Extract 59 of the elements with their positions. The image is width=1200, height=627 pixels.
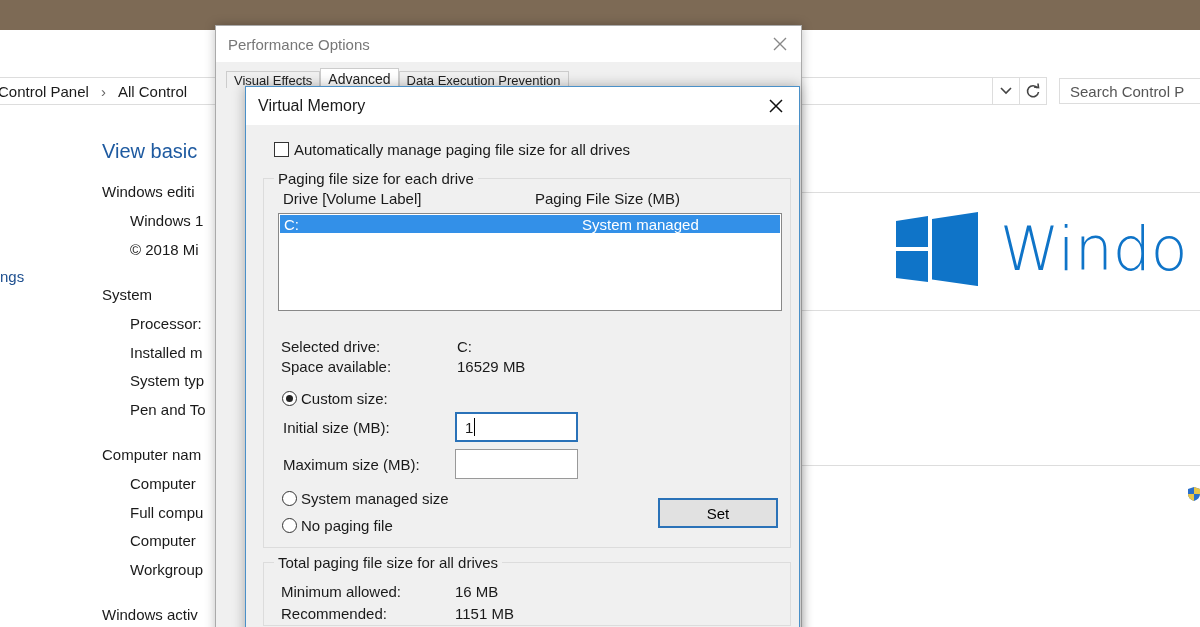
chevron-down-icon (1000, 87, 1012, 95)
set-button[interactable]: Set (658, 498, 778, 528)
info-label: © 2018 Mi (130, 240, 200, 260)
logo-text: Windo (1000, 219, 1188, 279)
info-label: System typ (130, 372, 206, 391)
refresh-icon (1025, 83, 1041, 99)
info-label: Minimum allowed: (281, 582, 403, 602)
radio-label[interactable]: No paging file (301, 517, 393, 534)
shield-icon (1187, 486, 1200, 502)
tab[interactable]: Advanced (320, 68, 399, 88)
radio-label[interactable]: Custom size: (301, 390, 388, 407)
search-field[interactable]: Search Control P (1059, 78, 1200, 104)
refresh-button[interactable] (1019, 77, 1047, 105)
radio-button[interactable] (282, 518, 297, 533)
info-label: Recommended: (281, 604, 388, 624)
section-title: Computer nam (102, 446, 203, 463)
sidebar-link[interactable]: ngs (0, 268, 25, 285)
column-header: Drive [Volume Label] (283, 190, 423, 207)
tab[interactable]: Visual Effects (226, 71, 321, 88)
info-label: Installed m (130, 343, 204, 363)
window-title: Virtual Memory (258, 97, 366, 115)
radio-label[interactable]: System managed size (301, 490, 449, 507)
page-heading: View basic (102, 140, 199, 163)
group-title: Total paging file size for all drives (277, 554, 500, 571)
info-label: Space available: (281, 357, 393, 377)
column-header: Paging File Size (MB) (535, 190, 681, 207)
info-label: Windows 1 (130, 212, 205, 231)
dropdown-button[interactable] (992, 77, 1019, 105)
section-title: Windows editi (102, 183, 196, 200)
section-title: Windows activ (102, 606, 199, 623)
checkbox[interactable] (274, 142, 289, 157)
close-icon[interactable] (769, 99, 783, 113)
info-label: Selected drive: (281, 337, 382, 357)
group-title: Paging file size for each drive (277, 170, 475, 187)
info-value: 1151 MB (455, 604, 515, 624)
window-title: Performance Options (228, 35, 370, 53)
info-value: C: (457, 337, 473, 357)
info-value: 16529 MB (457, 357, 527, 377)
breadcrumb-separator: › (100, 82, 106, 100)
info-value: 16 MB (455, 582, 500, 602)
radio-button[interactable] (282, 391, 297, 406)
info-label: Computer (130, 532, 197, 551)
breadcrumb-item[interactable]: All Control (117, 82, 188, 100)
info-label: Full compu (130, 503, 205, 523)
info-label: Processor: (130, 315, 203, 334)
info-label: Pen and To (130, 400, 206, 420)
drive-letter: C: (283, 215, 300, 233)
field-value: 1 (465, 418, 474, 436)
field-label: Maximum size (MB): (283, 455, 421, 473)
input-field[interactable]: 1 (455, 412, 578, 442)
input-field[interactable] (455, 449, 578, 479)
info-label: Computer (130, 475, 197, 494)
checkbox-label[interactable]: Automatically manage paging file size for all drives (294, 141, 630, 158)
radio-button[interactable] (282, 491, 297, 506)
section-title: System (102, 286, 153, 303)
drive-size: System managed (582, 215, 699, 233)
field-label: Initial size (MB): (283, 418, 391, 436)
info-label: Workgroup (130, 560, 205, 580)
windows-logo-icon (896, 212, 980, 286)
